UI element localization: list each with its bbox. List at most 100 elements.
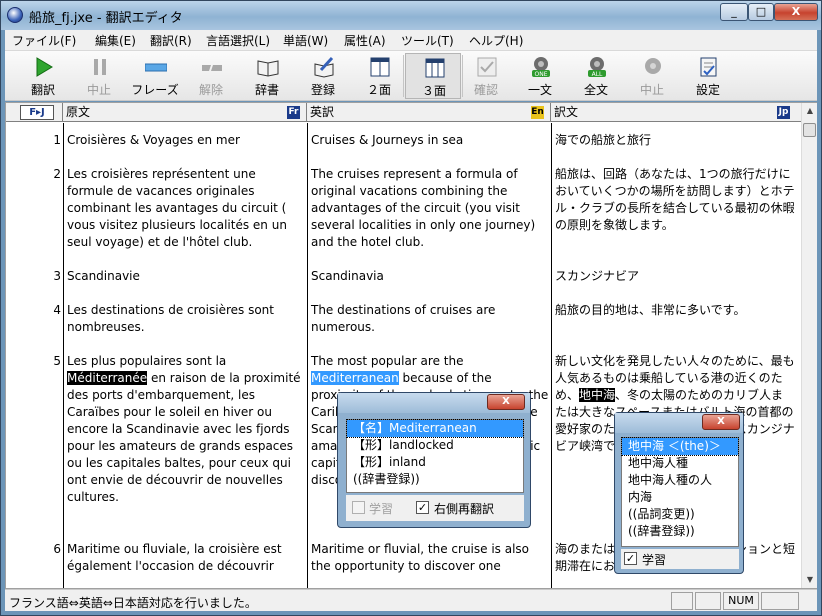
source-text-before: Les plus populaires sont la	[67, 354, 231, 368]
all-text-icon: ALL	[588, 57, 606, 78]
vertical-scrollbar[interactable]: ▲ ▼	[801, 103, 817, 588]
retranslate-label: 右側再翻訳	[434, 502, 495, 516]
english-alternatives-popup: X 【名】Mediterranean 【形】landlocked 【形】inla…	[337, 392, 531, 528]
speak-all-button[interactable]: ALL 全文	[568, 53, 624, 99]
japanese-alternatives-popup: X 地中海 ＜(the)＞ 地中海人種 地中海人種の人 内海 ((品詞変更)) …	[614, 412, 744, 574]
japanese-cell[interactable]: 海での船旅と旅行	[555, 132, 795, 149]
english-cell[interactable]: Maritime or fluvial, the cruise is also …	[311, 541, 551, 575]
popup-close-button[interactable]: X	[487, 394, 525, 410]
japanese-cell[interactable]: 船旅の目的地は、非常に多いです。	[555, 302, 795, 319]
alternative-item[interactable]: 【形】landlocked	[347, 437, 523, 454]
alternative-item[interactable]: ((辞書登録))	[622, 523, 738, 540]
row-number: 6	[53, 542, 61, 556]
popup-close-button[interactable]: X	[702, 414, 740, 430]
row-number: 5	[53, 354, 61, 368]
register-icon	[314, 56, 334, 78]
maximize-button[interactable]: □	[748, 3, 774, 21]
svg-text:ALL: ALL	[592, 71, 603, 78]
menu-help[interactable]: ヘルプ(H)	[469, 32, 523, 49]
japanese-column-header: 訳文 Jp	[551, 103, 801, 122]
translate-button[interactable]: 翻訳	[15, 53, 71, 99]
stop-speech-button[interactable]: 中止	[624, 53, 680, 99]
menu-translate[interactable]: 翻訳(R)	[150, 32, 192, 49]
three-pane-button[interactable]: ３面	[405, 53, 461, 99]
alternative-item[interactable]: ((辞書登録))	[347, 471, 523, 488]
source-cell[interactable]: Les destinations de croisières sont nomb…	[67, 302, 305, 336]
row-number: 4	[53, 303, 61, 317]
title-bar[interactable]: 船旅_fj.jxe - 翻訳エディタ _ □ X	[1, 1, 821, 30]
alternative-item[interactable]: 地中海人種の人	[622, 472, 738, 489]
one-sentence-icon: ONE	[532, 57, 550, 78]
source-cell[interactable]: Les croisières représentent une formule …	[67, 166, 305, 251]
source-cell[interactable]: Les plus populaires sont la Méditerranée…	[67, 353, 305, 506]
dictionary-button[interactable]: 辞書	[239, 53, 295, 99]
register-button[interactable]: 登録	[295, 53, 351, 99]
toolbar-separator	[403, 55, 404, 97]
alternative-item[interactable]: 【名】Mediterranean	[346, 419, 524, 438]
learn-checkbox[interactable]	[352, 501, 365, 514]
alternative-item[interactable]: ((品詞変更))	[622, 506, 738, 523]
learn-label: 学習	[369, 502, 394, 516]
settings-button[interactable]: 設定	[680, 53, 736, 99]
menu-tools[interactable]: ツール(T)	[401, 32, 454, 49]
app-icon	[7, 7, 23, 23]
menu-edit[interactable]: 編集(E)	[95, 32, 136, 49]
english-cell[interactable]: Scandinavia	[311, 268, 551, 285]
scroll-down-icon[interactable]: ▼	[804, 574, 816, 586]
stop-speech-icon	[645, 58, 661, 74]
english-column-label: 英訳	[310, 105, 335, 119]
scroll-up-icon[interactable]: ▲	[804, 105, 816, 117]
minimize-button[interactable]: _	[720, 3, 748, 21]
menu-attribute[interactable]: 属性(A)	[344, 32, 386, 49]
lang-pair-icon[interactable]: F▸J	[20, 105, 54, 120]
english-column-header: 英訳 En	[307, 103, 551, 122]
source-cell[interactable]: Maritime ou fluviale, la croisière est é…	[67, 541, 305, 575]
english-alternatives-list[interactable]: 【名】Mediterranean 【形】landlocked 【形】inland…	[346, 419, 524, 493]
close-button[interactable]: X	[774, 3, 818, 21]
english-cell[interactable]: The destinations of cruises are numerous…	[311, 302, 551, 336]
stop-translate-button[interactable]: 中止	[71, 53, 127, 99]
book-icon	[257, 60, 279, 77]
confirm-button[interactable]: 確認	[458, 53, 514, 99]
status-pane	[761, 592, 799, 610]
menu-file[interactable]: ファイル(F)	[12, 32, 76, 49]
popup-options: ✓ 学習	[621, 549, 739, 569]
english-text-before: The most popular are the	[311, 354, 468, 368]
source-cell[interactable]: Croisières & Voyages en mer	[67, 132, 305, 149]
row-number: 1	[53, 133, 61, 147]
num-lock-indicator: NUM	[723, 592, 759, 610]
column-divider	[63, 123, 64, 588]
source-text-after: en raison de la proximité des ports d'em…	[67, 371, 305, 504]
japanese-column-label: 訳文	[554, 105, 579, 119]
lang-pair-selector[interactable]: F▸J	[6, 103, 63, 122]
english-cell[interactable]: Cruises & Journeys in sea	[311, 132, 551, 149]
two-pane-button[interactable]: ２面	[351, 53, 407, 99]
menu-word[interactable]: 単語(W)	[283, 32, 328, 49]
scroll-thumb[interactable]	[803, 123, 816, 137]
speak-one-sentence-button[interactable]: ONE 一文	[512, 53, 568, 99]
source-cell[interactable]: Scandinavie	[67, 268, 305, 285]
japanese-cell[interactable]: スカンジナビア	[555, 268, 795, 285]
pause-icon	[94, 59, 106, 75]
japanese-cell[interactable]: 船旅は、回路（あなたは、1つの旅行だけにおいていくつかの場所を訪問します）とホテ…	[555, 166, 795, 234]
alternative-item[interactable]: 地中海人種	[622, 455, 738, 472]
window-title: 船旅_fj.jxe - 翻訳エディタ	[29, 11, 183, 26]
alternative-item[interactable]: 【形】inland	[347, 454, 523, 471]
check-icon	[477, 57, 497, 77]
source-selected-word[interactable]: Méditerranée	[67, 371, 148, 385]
french-flag-icon: Fr	[287, 106, 300, 119]
english-selected-word[interactable]: Mediterranean	[311, 371, 399, 385]
unphrase-icon	[202, 65, 222, 71]
status-pane	[695, 592, 721, 610]
japanese-selected-word[interactable]: 地中海	[579, 388, 616, 402]
english-cell[interactable]: The cruises represent a formula of origi…	[311, 166, 551, 251]
menu-language[interactable]: 言語選択(L)	[206, 32, 270, 49]
japanese-alternatives-list[interactable]: 地中海 ＜(the)＞ 地中海人種 地中海人種の人 内海 ((品詞変更)) ((…	[621, 437, 739, 547]
unphrase-button[interactable]: 解除	[183, 53, 239, 99]
phrase-icon	[145, 63, 167, 72]
retranslate-checkbox[interactable]: ✓	[416, 501, 429, 514]
alternative-item[interactable]: 内海	[622, 489, 738, 506]
alternative-item[interactable]: 地中海 ＜(the)＞	[621, 437, 739, 456]
learn-checkbox[interactable]: ✓	[624, 552, 637, 565]
phrase-button[interactable]: フレーズ	[127, 53, 183, 99]
